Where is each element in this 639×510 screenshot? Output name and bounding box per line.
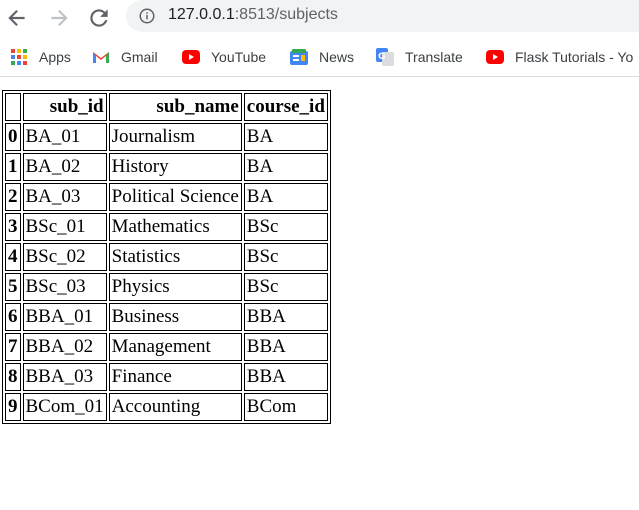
bookmark-label: Apps <box>39 49 71 65</box>
cell-sub-id: BA_02 <box>22 153 107 181</box>
bookmark-translate[interactable]: G Translate <box>376 47 463 67</box>
forward-arrow-icon <box>51 9 68 27</box>
bookmark-apps[interactable]: Apps <box>10 47 71 67</box>
header-index <box>5 93 21 121</box>
cell-sub-id: BSc_01 <box>22 213 107 241</box>
bookmark-flask-tutorials[interactable]: Flask Tutorials - Yo <box>486 47 633 67</box>
cell-course-id: BSc <box>243 243 328 271</box>
row-index: 3 <box>5 213 21 241</box>
table-row: 1 BA_02 History BA <box>5 153 328 181</box>
gmail-icon <box>92 48 110 66</box>
url-path: :8513/subjects <box>234 6 338 23</box>
page-content: sub_id sub_name course_id 0 BA_01 Journali… <box>2 90 331 424</box>
bookmark-label: Flask Tutorials - Yo <box>515 49 634 65</box>
cell-sub-name: Physics <box>108 273 242 301</box>
table-row: 5 BSc_03 Physics BSc <box>5 273 328 301</box>
cell-course-id: BBA <box>243 363 328 391</box>
cell-course-id: BA <box>243 123 328 151</box>
bookmark-label: News <box>319 49 355 65</box>
bookmark-news[interactable]: News <box>290 47 354 67</box>
address-bar[interactable]: 127.0.0.1:8513/subjects <box>126 0 639 32</box>
url-host: 127.0.0.1 <box>168 6 235 23</box>
cell-sub-name: History <box>108 153 242 181</box>
cell-course-id: BCom <box>243 393 328 421</box>
forward-button[interactable] <box>46 5 72 31</box>
subjects-table: sub_id sub_name course_id 0 BA_01 Journali… <box>2 90 331 424</box>
cell-course-id: BA <box>243 183 328 211</box>
cell-sub-name: Statistics <box>108 243 242 271</box>
info-icon[interactable] <box>138 7 156 25</box>
apps-grid-icon <box>10 48 28 66</box>
header-course-id: course_id <box>243 93 328 121</box>
table-row: 8 BBA_03 Finance BBA <box>5 363 328 391</box>
cell-sub-name: Management <box>108 333 242 361</box>
cell-sub-id: BSc_02 <box>22 243 107 271</box>
table-row: 2 BA_03 Political Science BA <box>5 183 328 211</box>
table-header-row: sub_id sub_name course_id <box>5 93 328 121</box>
cell-sub-name: Finance <box>108 363 242 391</box>
bookmark-label: Translate <box>405 49 463 65</box>
table-row: 6 BBA_01 Business BBA <box>5 303 328 331</box>
cell-course-id: BBA <box>243 333 328 361</box>
row-index: 8 <box>5 363 21 391</box>
cell-sub-id: BBA_01 <box>22 303 107 331</box>
cell-sub-name: Journalism <box>108 123 242 151</box>
svg-text:G: G <box>378 52 385 62</box>
cell-sub-name: Mathematics <box>108 213 242 241</box>
url-text[interactable]: 127.0.0.1:8513/subjects <box>168 6 338 24</box>
row-index: 5 <box>5 273 21 301</box>
cell-sub-id: BCom_01 <box>22 393 107 421</box>
back-arrow-icon <box>8 9 25 27</box>
table-row: 4 BSc_02 Statistics BSc <box>5 243 328 271</box>
table-row: 0 BA_01 Journalism BA <box>5 123 328 151</box>
reload-icon <box>90 9 108 27</box>
row-index: 1 <box>5 153 21 181</box>
reload-button[interactable] <box>86 5 112 31</box>
cell-course-id: BSc <box>243 213 328 241</box>
cell-sub-name: Accounting <box>108 393 242 421</box>
youtube-icon <box>182 48 200 66</box>
cell-sub-id: BA_01 <box>22 123 107 151</box>
bookmark-label: YouTube <box>211 49 267 65</box>
youtube-icon <box>486 48 504 66</box>
row-index: 4 <box>5 243 21 271</box>
header-sub-name: sub_name <box>108 93 242 121</box>
header-sub-id: sub_id <box>22 93 107 121</box>
cell-sub-name: Political Science <box>108 183 242 211</box>
cell-course-id: BSc <box>243 273 328 301</box>
cell-course-id: BA <box>243 153 328 181</box>
row-index: 0 <box>5 123 21 151</box>
row-index: 7 <box>5 333 21 361</box>
table-row: 9 BCom_01 Accounting BCom <box>5 393 328 421</box>
bookmarks-bar: Apps Gmail YouTube News G Translate Flas… <box>0 38 639 77</box>
cell-sub-id: BSc_03 <box>22 273 107 301</box>
cell-sub-id: BBA_02 <box>22 333 107 361</box>
row-index: 6 <box>5 303 21 331</box>
bookmark-gmail[interactable]: Gmail <box>92 47 158 67</box>
cell-course-id: BBA <box>243 303 328 331</box>
cell-sub-name: Business <box>108 303 242 331</box>
table-row: 7 BBA_02 Management BBA <box>5 333 328 361</box>
browser-toolbar: 127.0.0.1:8513/subjects <box>0 0 639 36</box>
bookmark-youtube[interactable]: YouTube <box>182 47 266 67</box>
news-icon <box>290 48 308 66</box>
cell-sub-id: BA_03 <box>22 183 107 211</box>
bookmark-label: Gmail <box>121 49 158 65</box>
cell-sub-id: BBA_03 <box>22 363 107 391</box>
back-button[interactable] <box>4 5 30 31</box>
row-index: 9 <box>5 393 21 421</box>
table-row: 3 BSc_01 Mathematics BSc <box>5 213 328 241</box>
translate-icon: G <box>376 48 394 66</box>
row-index: 2 <box>5 183 21 211</box>
